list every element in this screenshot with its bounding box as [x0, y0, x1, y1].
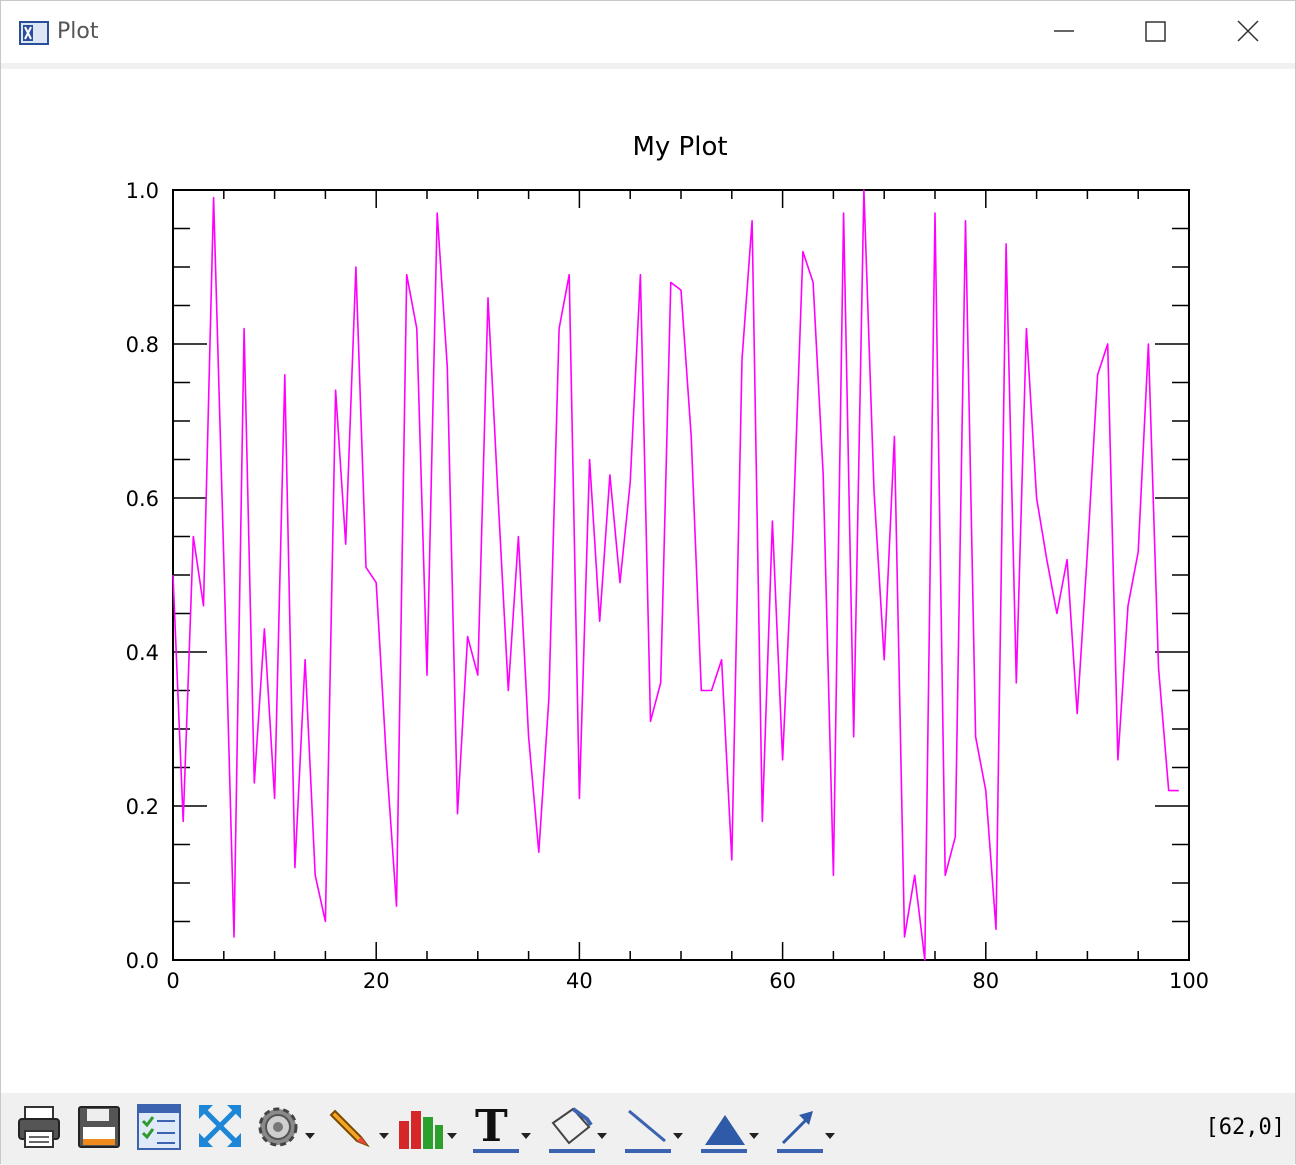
minimize-icon — [1054, 30, 1074, 32]
x-tick-label: 20 — [363, 969, 390, 993]
plot-frame — [172, 189, 1190, 961]
save-icon[interactable] — [75, 1101, 125, 1157]
minimize-button[interactable] — [1041, 11, 1087, 51]
svg-text:T: T — [475, 1101, 508, 1152]
line-tool-icon[interactable] — [623, 1101, 687, 1157]
maximize-button[interactable] — [1133, 11, 1179, 51]
x-tick-label: 0 — [166, 969, 179, 993]
y-tick-label: 0.0 — [126, 949, 159, 973]
close-icon — [1237, 20, 1259, 42]
y-tick-label: 0.2 — [126, 795, 159, 819]
bar-chart-icon[interactable] — [397, 1101, 461, 1157]
chart-title: My Plot — [632, 132, 727, 162]
app-icon — [19, 21, 49, 45]
series-line-0 — [172, 189, 1179, 961]
text-icon[interactable]: T — [471, 1101, 535, 1157]
y-tick-label: 0.8 — [126, 333, 159, 357]
fit-axes-icon[interactable] — [195, 1101, 245, 1157]
chart-series — [172, 189, 1179, 961]
printer-icon[interactable] — [15, 1101, 65, 1157]
x-tick-label: 40 — [566, 969, 593, 993]
toolbar: T [62,0] — [1, 1093, 1295, 1165]
line-chart[interactable]: My Plot 0 20 40 60 80 100 0.0 0.2 0.4 0.6 0.8 1.0 — [1, 69, 1295, 1093]
title-bar[interactable]: Plot — [1, 1, 1295, 63]
triangle-fill-icon[interactable] — [699, 1101, 763, 1157]
maximize-icon — [1145, 21, 1166, 42]
y-tick-label: 0.4 — [126, 641, 159, 665]
plot-window: Plot My Plot 0 20 40 60 80 100 0.0 0.2 0.4 0.6 0.8… — [0, 0, 1296, 1165]
x-tick-label: 80 — [972, 969, 999, 993]
pencil-icon[interactable] — [327, 1101, 391, 1157]
y-tick-label: 1.0 — [126, 179, 159, 203]
y-tick-label: 0.6 — [126, 487, 159, 511]
x-tick-label: 100 — [1169, 969, 1209, 993]
arrow-tool-icon[interactable] — [775, 1101, 839, 1157]
window-title: Plot — [57, 19, 99, 44]
cursor-coordinates: [62,0] — [1205, 1115, 1285, 1140]
checklist-icon[interactable] — [135, 1101, 185, 1157]
paint-bucket-icon[interactable] — [547, 1101, 611, 1157]
chart-axes: 0 20 40 60 80 100 0.0 0.2 0.4 0.6 0.8 1.0 — [126, 179, 1209, 993]
close-button[interactable] — [1225, 11, 1271, 51]
settings-gear-icon[interactable] — [253, 1101, 317, 1157]
x-tick-label: 60 — [769, 969, 796, 993]
plot-area[interactable]: My Plot 0 20 40 60 80 100 0.0 0.2 0.4 0.6 0.8 1.0 — [1, 69, 1295, 1093]
